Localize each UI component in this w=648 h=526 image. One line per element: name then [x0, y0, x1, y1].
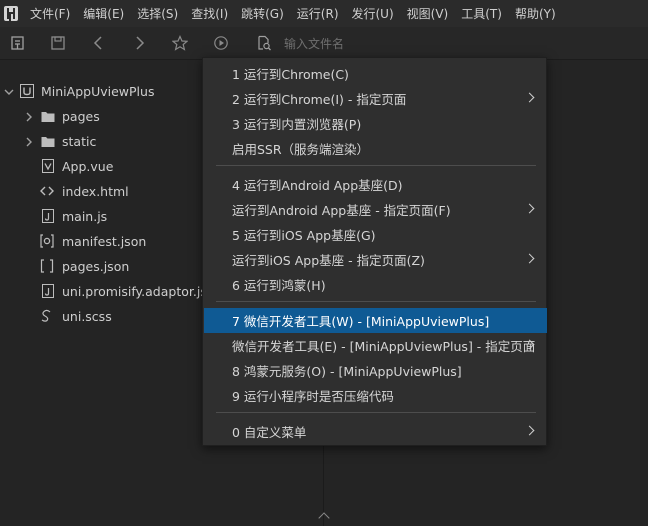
folder-icon — [41, 137, 55, 147]
js-file-icon — [42, 209, 54, 223]
project-explorer: MiniAppUviewPlus pages static App.vue in… — [0, 61, 230, 526]
manifest-file-icon — [40, 234, 54, 248]
menu-item-label: 运行到Android App基座 - 指定页面(F) — [232, 203, 451, 218]
menu-item-run-android-page[interactable]: 运行到Android App基座 - 指定页面(F) — [204, 197, 547, 222]
run-context-menu: 1 运行到Chrome(C) 2 运行到Chrome(I) - 指定页面 3 运… — [202, 57, 547, 446]
chevron-right-icon[interactable] — [24, 112, 34, 122]
tree-item-manifest-json[interactable]: manifest.json — [0, 229, 230, 254]
menu-separator — [216, 165, 536, 166]
chevron-down-icon[interactable] — [4, 87, 14, 97]
tree-item-label: static — [62, 134, 97, 149]
tree-item-uni-promisify-adaptor-js[interactable]: uni.promisify.adaptor.js — [0, 279, 230, 304]
back-icon[interactable] — [91, 35, 107, 51]
menu-item-label: 4 运行到Android App基座(D) — [232, 178, 403, 193]
menu-item-label: 微信开发者工具(E) - [MiniAppUviewPlus] - 指定页面 — [232, 339, 536, 354]
submenu-arrow-icon — [524, 203, 535, 214]
tree-item-pages-json[interactable]: pages.json — [0, 254, 230, 279]
tree-item-pages[interactable]: pages — [0, 104, 230, 129]
menu-item-wechat-devtools-page[interactable]: 微信开发者工具(E) - [MiniAppUviewPlus] - 指定页面 — [204, 333, 547, 358]
tree-item-label: pages — [62, 109, 100, 124]
html-file-icon — [40, 186, 54, 196]
tree-item-uni-scss[interactable]: uni.scss — [0, 304, 230, 329]
chevron-right-icon[interactable] — [24, 137, 34, 147]
menu-item-run-builtin-browser[interactable]: 3 运行到内置浏览器(P) — [204, 111, 547, 136]
menu-view[interactable]: 视图(V) — [407, 5, 449, 22]
new-file-icon[interactable] — [10, 35, 26, 51]
menu-publish[interactable]: 发行(U) — [352, 5, 394, 22]
vue-file-icon — [42, 159, 54, 173]
menu-edit[interactable]: 编辑(E) — [83, 5, 124, 22]
menu-item-label: 运行到iOS App基座 - 指定页面(Z) — [232, 253, 425, 268]
tree-item-label: uni.promisify.adaptor.js — [62, 284, 207, 299]
forward-icon[interactable] — [131, 35, 147, 51]
scss-file-icon — [41, 309, 51, 322]
menu-help[interactable]: 帮助(Y) — [515, 5, 556, 22]
project-name: MiniAppUviewPlus — [41, 84, 155, 99]
tree-item-label: index.html — [62, 184, 129, 199]
menu-item-label: 3 运行到内置浏览器(P) — [232, 117, 362, 132]
menu-item-run-android[interactable]: 4 运行到Android App基座(D) — [204, 172, 547, 197]
save-icon[interactable] — [50, 35, 66, 51]
menu-find[interactable]: 查找(I) — [191, 5, 228, 22]
submenu-arrow-icon — [524, 253, 535, 264]
menu-separator — [216, 301, 536, 302]
tree-item-index-html[interactable]: index.html — [0, 179, 230, 204]
tree-item-label: manifest.json — [62, 234, 147, 249]
menu-item-run-ios[interactable]: 5 运行到iOS App基座(G) — [204, 222, 547, 247]
menu-item-run-ios-page[interactable]: 运行到iOS App基座 - 指定页面(Z) — [204, 247, 547, 272]
menu-item-label: 2 运行到Chrome(I) - 指定页面 — [232, 92, 407, 107]
tree-item-static[interactable]: static — [0, 129, 230, 154]
menu-file[interactable]: 文件(F) — [30, 5, 70, 22]
project-root[interactable]: MiniAppUviewPlus — [0, 79, 230, 104]
json-file-icon — [40, 259, 54, 273]
tree-item-label: uni.scss — [62, 309, 112, 324]
menu-goto[interactable]: 跳转(G) — [241, 5, 284, 22]
folder-icon — [41, 112, 55, 122]
menu-item-enable-ssr[interactable]: 启用SSR（服务端渲染） — [204, 136, 547, 161]
toolbar — [0, 27, 648, 60]
submenu-arrow-icon — [524, 92, 535, 103]
menu-item-label: 1 运行到Chrome(C) — [232, 67, 349, 82]
menu-item-run-chrome-page[interactable]: 2 运行到Chrome(I) - 指定页面 — [204, 86, 547, 111]
js-file-icon — [42, 284, 54, 298]
menu-item-label: 5 运行到iOS App基座(G) — [232, 228, 376, 243]
menu-item-wechat-devtools[interactable]: 7 微信开发者工具(W) - [MiniAppUviewPlus] — [204, 308, 547, 333]
menu-item-label: 6 运行到鸿蒙(H) — [232, 278, 326, 293]
hbuilderx-logo-icon — [4, 6, 18, 21]
tree-item-main-js[interactable]: main.js — [0, 204, 230, 229]
splitter-handle-icon[interactable] — [318, 512, 330, 524]
project-icon — [20, 84, 34, 98]
menu-item-label: 7 微信开发者工具(W) - [MiniAppUviewPlus] — [232, 314, 490, 329]
tree-item-label: main.js — [62, 209, 108, 224]
menu-item-custom-menu[interactable]: 0 自定义菜单 — [204, 419, 547, 444]
menu-bar: 文件(F) 编辑(E) 选择(S) 查找(I) 跳转(G) 运行(R) 发行(U… — [0, 0, 648, 27]
run-icon[interactable] — [213, 35, 229, 51]
menu-item-run-harmony[interactable]: 6 运行到鸿蒙(H) — [204, 272, 547, 297]
menu-separator — [216, 412, 536, 413]
star-icon[interactable] — [172, 35, 188, 51]
menu-item-label: 8 鸿蒙元服务(O) - [MiniAppUviewPlus] — [232, 364, 462, 379]
menu-run[interactable]: 运行(R) — [297, 5, 339, 22]
menu-item-harmony-atomic-service[interactable]: 8 鸿蒙元服务(O) - [MiniAppUviewPlus] — [204, 358, 547, 383]
file-search-icon[interactable] — [256, 35, 272, 51]
menu-select[interactable]: 选择(S) — [137, 5, 178, 22]
menu-tools[interactable]: 工具(T) — [461, 5, 502, 22]
menu-item-label: 9 运行小程序时是否压缩代码 — [232, 389, 394, 404]
menu-item-run-chrome[interactable]: 1 运行到Chrome(C) — [204, 61, 547, 86]
file-search-input[interactable] — [284, 35, 484, 53]
menu-item-compress-code[interactable]: 9 运行小程序时是否压缩代码 — [204, 383, 547, 408]
tree-item-label: App.vue — [62, 159, 114, 174]
menu-item-label: 启用SSR（服务端渲染） — [232, 142, 370, 157]
tree-item-app-vue[interactable]: App.vue — [0, 154, 230, 179]
submenu-arrow-icon — [524, 425, 535, 436]
menu-item-label: 0 自定义菜单 — [232, 425, 307, 440]
tree-item-label: pages.json — [62, 259, 130, 274]
